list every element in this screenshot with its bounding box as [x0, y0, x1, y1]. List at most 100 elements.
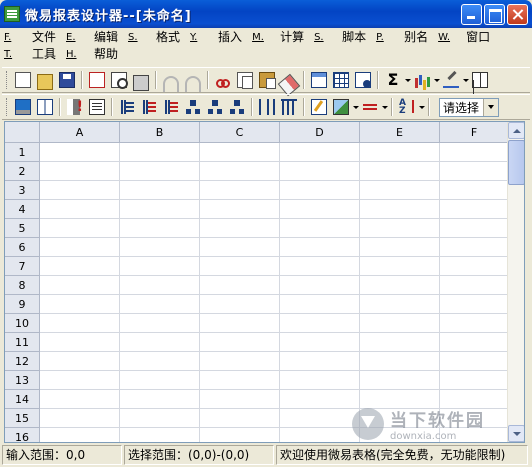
row-header[interactable]: 3 [5, 181, 40, 200]
delete-row-button[interactable] [204, 96, 226, 118]
delete-row-icon [207, 99, 223, 115]
book-button[interactable] [34, 96, 56, 118]
toolbar-grip[interactable] [6, 98, 9, 116]
merge-cell-button[interactable] [278, 96, 300, 118]
print-preview-button[interactable] [108, 69, 130, 91]
column-header[interactable]: D [280, 122, 360, 143]
scroll-down-button[interactable] [508, 425, 524, 442]
vertical-scrollbar[interactable] [507, 122, 524, 442]
menu-alias[interactable]: P. 别名 [376, 29, 438, 46]
row-header[interactable]: 2 [5, 162, 40, 181]
window-frame-icon [311, 72, 327, 88]
close-button[interactable] [507, 4, 528, 25]
screen-button[interactable] [12, 96, 34, 118]
merge-row-button[interactable] [226, 96, 248, 118]
copy-button[interactable] [234, 69, 256, 91]
new-button[interactable] [12, 69, 34, 91]
sort-dropdown-arrow[interactable] [418, 96, 425, 118]
paste-button[interactable] [256, 69, 278, 91]
menu-accel: F. [4, 32, 12, 43]
chart-dropdown-arrow[interactable] [433, 69, 440, 91]
menu-script[interactable]: S. 脚本 [314, 29, 376, 46]
clear-button[interactable] [277, 69, 301, 97]
form-button[interactable] [86, 96, 108, 118]
row-header[interactable]: 7 [5, 257, 40, 276]
menu-file[interactable]: F. 文件 [4, 29, 66, 46]
menu-format[interactable]: S. 格式 [128, 29, 190, 46]
draw-button[interactable] [440, 69, 462, 91]
delete-column-button[interactable] [138, 96, 160, 118]
image-dropdown-arrow[interactable] [352, 96, 359, 118]
title-bar[interactable]: 微易报表设计器--[未命名] [0, 0, 532, 28]
chevron-down-icon[interactable] [483, 98, 498, 116]
scroll-thumb[interactable] [508, 140, 524, 185]
toolbar-separator [303, 71, 305, 89]
alert-button[interactable]: ! [64, 96, 86, 118]
line-style-dropdown-arrow[interactable] [381, 96, 388, 118]
image-button[interactable] [330, 96, 352, 118]
sort-button[interactable]: AZ [396, 96, 418, 118]
redo-button[interactable] [182, 69, 204, 92]
menu-window[interactable]: W. 窗口 [438, 29, 500, 46]
maximize-button[interactable] [484, 4, 505, 25]
row-header[interactable]: 16 [5, 428, 40, 442]
split-cell-button[interactable] [256, 96, 278, 118]
find-button[interactable] [352, 69, 374, 91]
grid-button[interactable] [330, 69, 352, 91]
row-header[interactable]: 13 [5, 371, 40, 390]
row-header[interactable]: 8 [5, 276, 40, 295]
watermark-text: 当下软件园 downxia.com [390, 406, 485, 442]
menu-calculate[interactable]: M. 计算 [252, 29, 314, 46]
spreadsheet-grid[interactable]: A B C D E F 1 2 3 4 5 6 7 8 9 10 11 12 1… [4, 121, 525, 443]
status-bar: 输入范围：0,0 选择范围：(0,0)-(0,0) 欢迎使用微易表格(完全免费，… [2, 445, 530, 465]
watermark-cn: 当下软件园 [390, 411, 485, 431]
draw-dropdown-arrow[interactable] [462, 69, 469, 91]
move-column-button[interactable] [160, 96, 182, 118]
row-header[interactable]: 4 [5, 200, 40, 219]
row-header[interactable]: 9 [5, 295, 40, 314]
row-header[interactable]: 12 [5, 352, 40, 371]
cell-area[interactable] [40, 143, 507, 442]
column-header[interactable]: B [120, 122, 200, 143]
status-select-range: 选择范围：(0,0)-(0,0) [124, 445, 274, 465]
row-header[interactable]: 5 [5, 219, 40, 238]
menu-label: 格式 [156, 30, 181, 44]
minimize-button[interactable] [461, 4, 482, 25]
row-header[interactable]: 14 [5, 390, 40, 409]
row-header[interactable]: 11 [5, 333, 40, 352]
line-style-button[interactable] [359, 96, 381, 118]
row-header[interactable]: 1 [5, 143, 40, 162]
menu-accel: H. [66, 49, 77, 60]
row-header[interactable]: 15 [5, 409, 40, 428]
window-controls [461, 4, 528, 25]
sum-dropdown-arrow[interactable] [404, 69, 411, 91]
column-header[interactable]: A [40, 122, 120, 143]
menu-edit[interactable]: E. 编辑 [66, 29, 128, 46]
select-all-corner[interactable] [5, 122, 40, 143]
scroll-up-button[interactable] [508, 122, 524, 139]
open-button[interactable] [34, 69, 56, 91]
style-select[interactable]: 请选择 [439, 97, 499, 117]
undo-button[interactable] [160, 69, 182, 92]
sum-button[interactable]: Σ [382, 69, 404, 91]
save-button[interactable] [56, 69, 78, 91]
cut-button[interactable] [212, 69, 234, 91]
split-button[interactable] [469, 69, 491, 91]
page-setup-button[interactable] [86, 69, 108, 91]
insert-column-button[interactable] [116, 96, 138, 118]
report-frame-button[interactable] [308, 69, 330, 91]
column-header[interactable]: F [440, 122, 509, 143]
column-header[interactable]: C [200, 122, 280, 143]
print-button[interactable] [130, 69, 152, 91]
menu-insert[interactable]: Y. 插入 [190, 29, 252, 46]
menu-tools[interactable]: T. 工具 [4, 46, 66, 63]
toolbar-grip[interactable] [6, 71, 9, 89]
menu-help[interactable]: H. 帮助 [66, 46, 128, 63]
row-header[interactable]: 6 [5, 238, 40, 257]
column-header[interactable]: E [360, 122, 440, 143]
toolbar-separator [391, 98, 393, 116]
insert-row-button[interactable] [182, 96, 204, 118]
chart-button[interactable] [411, 69, 433, 91]
edit-button[interactable] [308, 96, 330, 118]
row-header[interactable]: 10 [5, 314, 40, 333]
